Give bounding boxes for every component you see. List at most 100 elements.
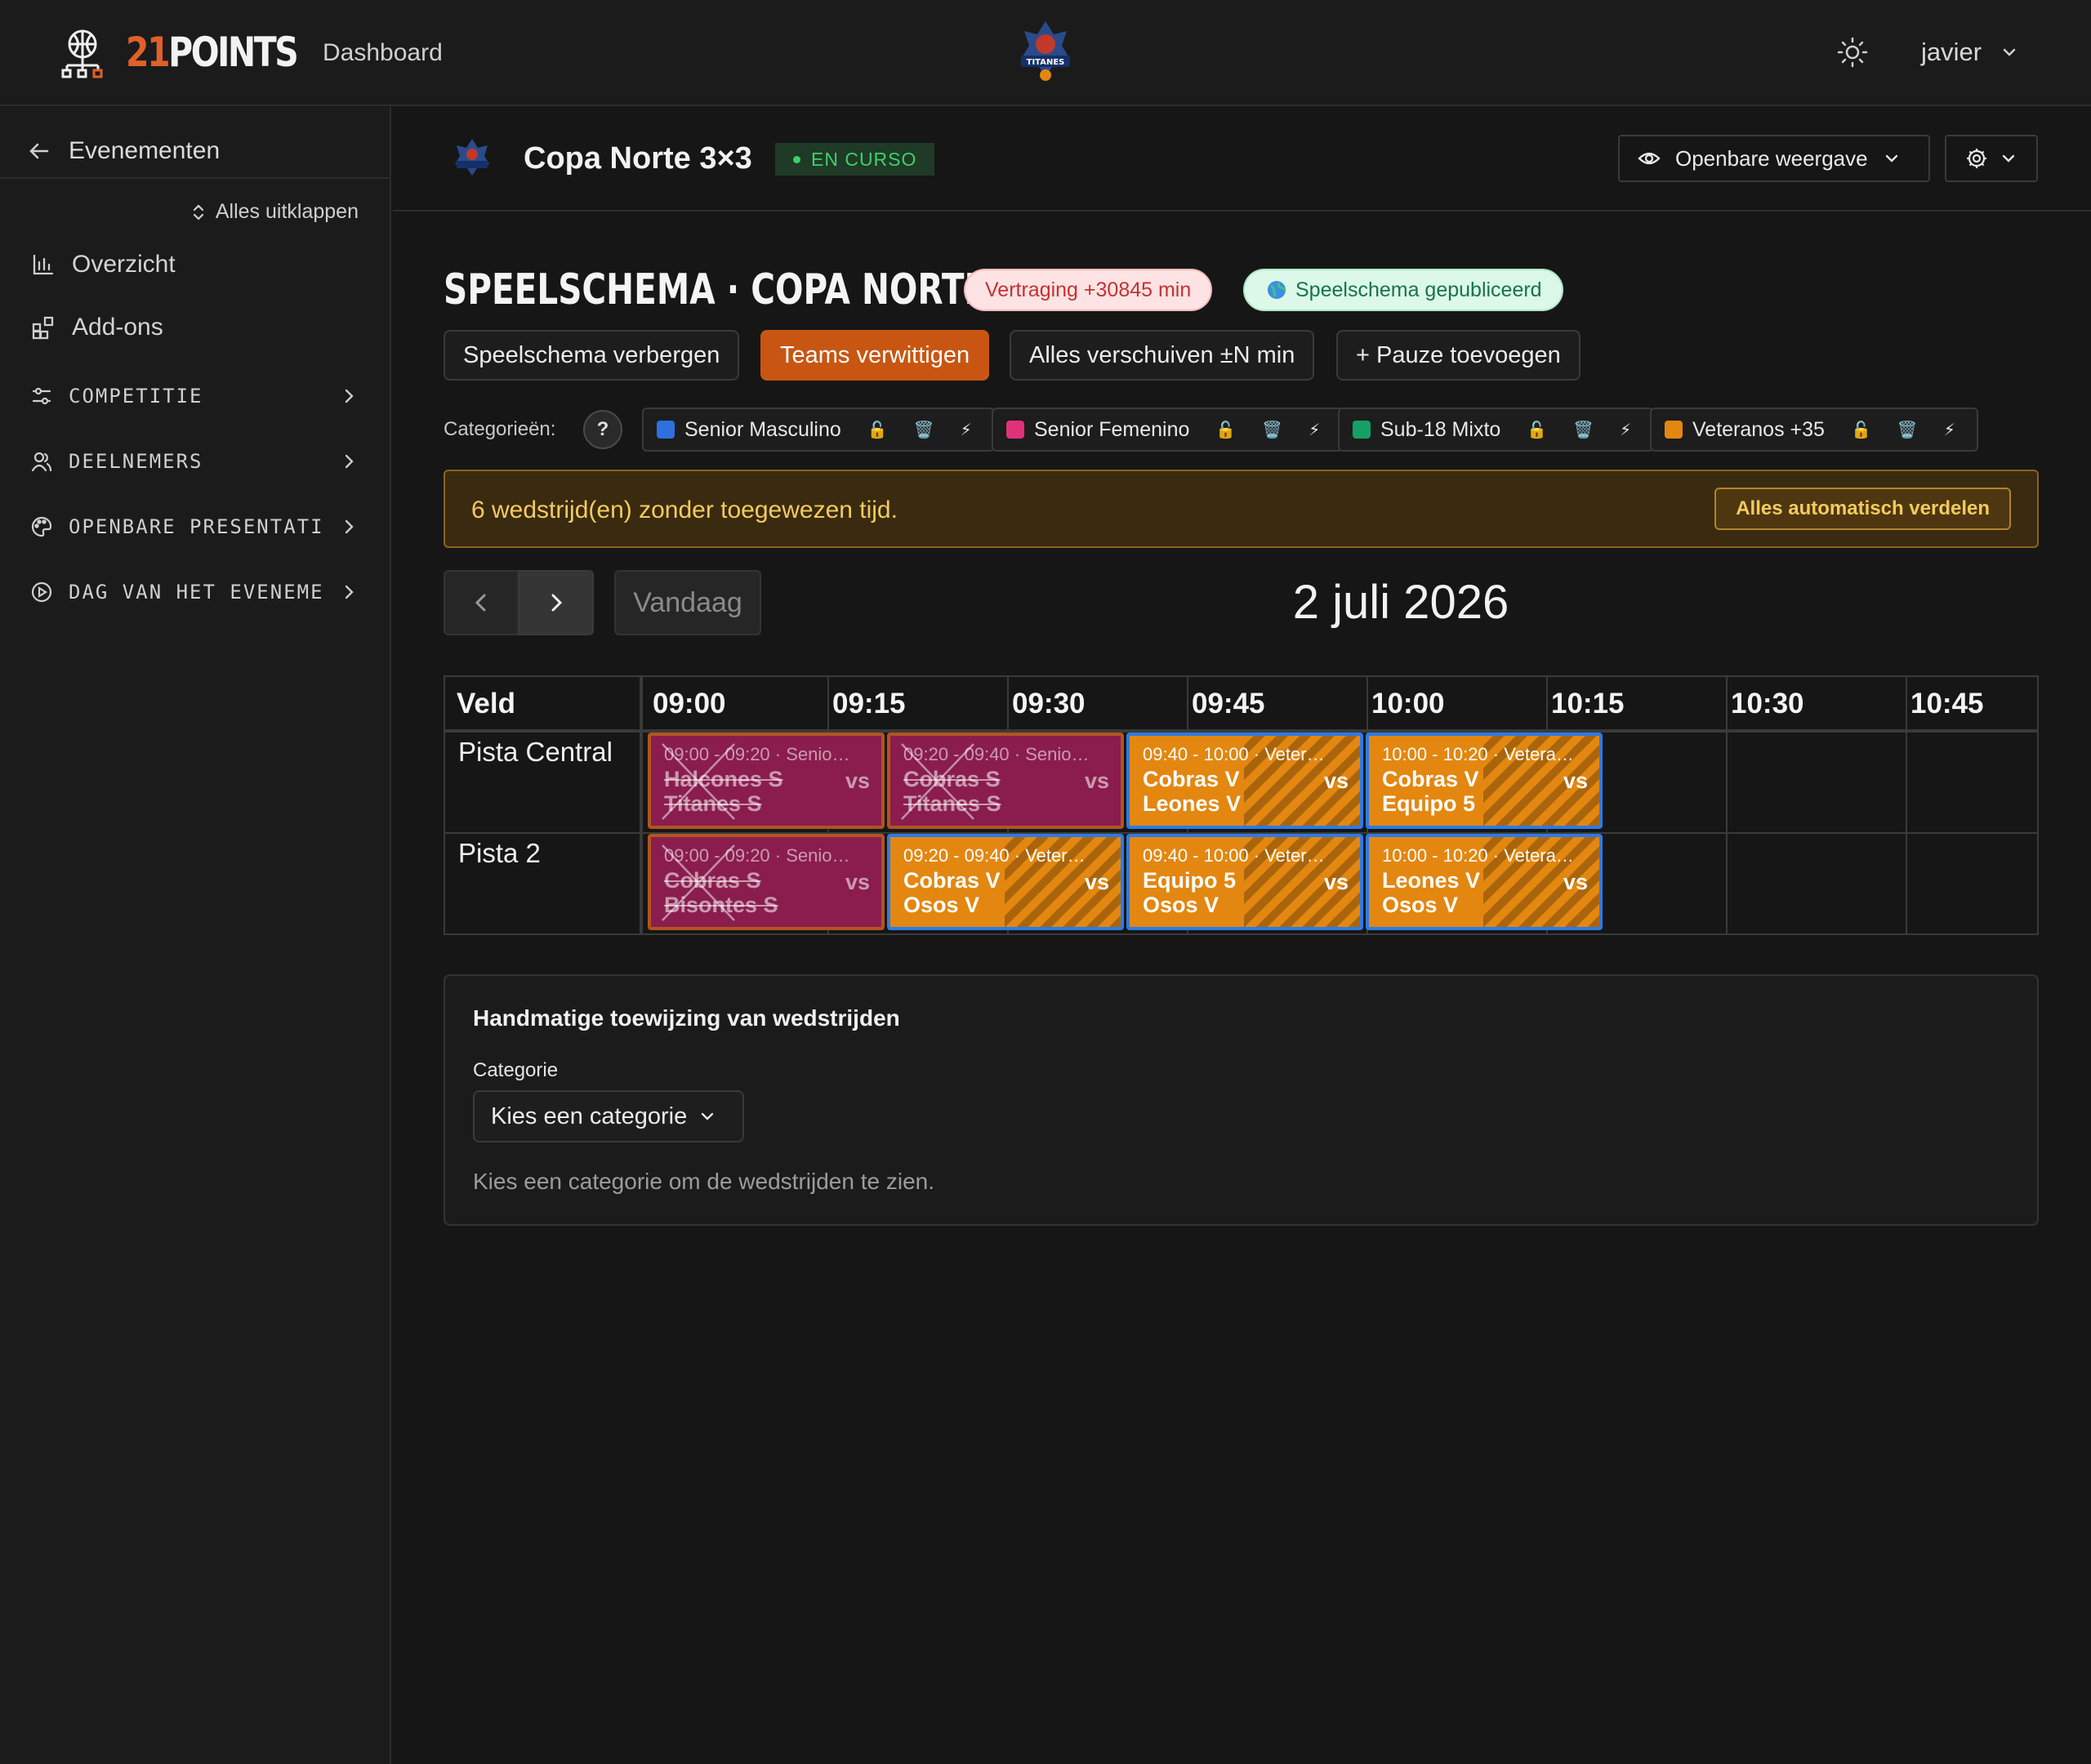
back-to-events-link[interactable]: Evenementen — [28, 127, 220, 176]
lock-icon[interactable]: 🔓 — [1851, 420, 1871, 440]
category-name: Veteranos +35 — [1692, 417, 1825, 441]
bolt-icon[interactable]: ⚡ — [1309, 420, 1320, 440]
eye-icon — [1638, 152, 1661, 165]
time-header: 10:30 — [1719, 677, 1899, 731]
category-select[interactable]: Kies een categorie — [473, 1090, 744, 1143]
match-block[interactable]: 09:40 - 10:00 · Veter… Cobras V Leones V… — [1126, 733, 1363, 829]
top-bar: 21POINTS Dashboard TITANES javier — [0, 0, 2091, 106]
match-block[interactable]: 09:00 - 09:20 · Senio… Cobras S Bisontes… — [648, 834, 885, 930]
sidebar-item-addons[interactable]: Add-ons — [31, 314, 163, 341]
match-home-team: Cobras V — [1143, 767, 1240, 791]
sidebar-group-competitie[interactable]: COMPETITIE — [31, 385, 358, 408]
match-home-team: Cobras V — [1382, 767, 1479, 791]
category-color-swatch — [657, 421, 675, 439]
status-badge: EN CURSO — [775, 143, 935, 176]
match-block[interactable]: 09:20 - 09:40 · Senio… Cobras S Titanes … — [887, 733, 1124, 829]
match-time: 10:00 - 10:20 · Vetera… — [1382, 744, 1574, 764]
category-color-swatch — [1006, 421, 1024, 439]
warning-text: 6 wedstrijd(en) zonder toegewezen tijd. — [471, 497, 898, 523]
public-view-dropdown[interactable]: Openbare weergave — [1618, 135, 1930, 182]
chevron-right-icon — [551, 594, 563, 612]
field-column-header: Veld — [445, 677, 641, 731]
match-block[interactable]: 10:00 - 10:20 · Vetera… Cobras V Equipo … — [1366, 733, 1603, 829]
theme-toggle-icon[interactable] — [1836, 36, 1869, 69]
app-logo[interactable]: 21POINTS — [126, 24, 299, 80]
play-circle-icon — [31, 581, 52, 603]
grid-divider — [640, 677, 643, 935]
match-block[interactable]: 09:40 - 10:00 · Veter… Equipo 5 Osos V v… — [1126, 834, 1363, 930]
chevron-down-icon — [2002, 154, 2015, 163]
grid-divider — [1906, 677, 1907, 935]
hide-schedule-button[interactable]: Speelschema verbergen — [444, 330, 740, 381]
trash-icon[interactable]: 🗑️ — [1262, 420, 1282, 440]
current-date: 2 juli 2026 — [1292, 576, 1509, 629]
user-menu[interactable]: javier — [1921, 36, 1982, 69]
categories-label: Categorieën: — [444, 418, 556, 440]
match-block[interactable]: 09:20 - 09:40 · Veter… Cobras V Osos V v… — [887, 834, 1124, 930]
event-logo-icon — [455, 139, 489, 176]
basketball-hoop-icon[interactable] — [57, 28, 108, 78]
prev-day-button[interactable] — [444, 570, 519, 635]
logo-number: 21 — [126, 29, 171, 76]
expand-all-button[interactable]: Alles uitklappen — [191, 200, 359, 224]
chevron-down-icon — [1885, 154, 1897, 163]
trash-icon[interactable]: 🗑️ — [914, 420, 934, 440]
field-row-label: Pista Central — [458, 737, 613, 767]
event-header: Copa Norte 3×3 EN CURSO Openbare weergav… — [393, 107, 2091, 212]
sidebar-group-dag-van-het-evenement[interactable]: DAG VAN HET EVENEME… — [31, 581, 358, 604]
add-break-button[interactable]: + Pauze toevoegen — [1336, 330, 1581, 381]
category-chip[interactable]: Sub-18 Mixto 🔓 🗑️ ⚡ — [1338, 408, 1655, 452]
chevron-right-icon — [345, 585, 354, 599]
puzzle-icon — [32, 316, 54, 340]
next-day-button[interactable] — [519, 570, 594, 635]
chevron-down-icon — [702, 1112, 714, 1120]
sidebar-group-label: COMPETITIE — [69, 385, 203, 408]
trash-icon[interactable]: 🗑️ — [1573, 420, 1594, 440]
notify-teams-button[interactable]: Teams verwittigen — [760, 330, 990, 381]
time-header: 09:15 — [821, 677, 1001, 731]
sidebar-group-label: DEELNEMERS — [69, 450, 203, 473]
users-icon — [31, 452, 52, 472]
sidebar-group-deelnemers[interactable]: DEELNEMERS — [31, 450, 358, 473]
lock-icon[interactable]: 🔓 — [1527, 420, 1547, 440]
today-button[interactable]: Vandaag — [614, 570, 761, 635]
delay-badge: Vertraging +30845 min — [964, 269, 1213, 311]
category-chip[interactable]: Senior Femenino 🔓 🗑️ ⚡ — [992, 408, 1344, 452]
match-away-team: Leones V — [1143, 791, 1242, 816]
sidebar-item-label: Add-ons — [72, 314, 163, 341]
category-chip[interactable]: Veteranos +35 🔓 🗑️ ⚡ — [1650, 408, 1978, 452]
shift-all-button[interactable]: Alles verschuiven ±N min — [1010, 330, 1315, 381]
chevron-down-icon[interactable] — [1998, 41, 2021, 64]
match-block[interactable]: 09:00 - 09:20 · Senio… Halcones S Titane… — [648, 733, 885, 829]
sidebar-group-label: OPENBARE PRESENTATIE — [69, 515, 323, 538]
auto-distribute-button[interactable]: Alles automatisch verdelen — [1714, 488, 2011, 530]
arrow-left-icon — [29, 143, 49, 159]
help-button[interactable]: ? — [583, 410, 622, 449]
match-time: 09:40 - 10:00 · Veter… — [1143, 744, 1325, 764]
bolt-icon[interactable]: ⚡ — [1620, 420, 1631, 440]
gear-icon — [1967, 149, 1986, 168]
sidebar-group-openbare-presentatie[interactable]: OPENBARE PRESENTATIE — [31, 515, 358, 538]
settings-dropdown[interactable] — [1945, 135, 2038, 182]
match-block[interactable]: 10:00 - 10:20 · Vetera… Leones V Osos V … — [1366, 834, 1603, 930]
bolt-icon[interactable]: ⚡ — [961, 420, 972, 440]
sidebar-item-label: Overzicht — [72, 251, 176, 278]
match-time: 10:00 - 10:20 · Vetera… — [1382, 845, 1574, 866]
chevron-right-icon — [345, 519, 354, 534]
category-name: Senior Femenino — [1034, 417, 1190, 441]
category-color-swatch — [1353, 421, 1371, 439]
nav-dashboard-link[interactable]: Dashboard — [323, 37, 443, 69]
lock-icon[interactable]: 🔓 — [1215, 420, 1236, 440]
bolt-icon[interactable]: ⚡ — [1944, 420, 1955, 440]
trash-icon[interactable]: 🗑️ — [1897, 420, 1918, 440]
team-logo-text: TITANES — [1027, 58, 1065, 67]
match-time: 09:40 - 10:00 · Veter… — [1143, 845, 1325, 866]
time-header: 09:00 — [641, 677, 821, 731]
sidebar-item-overzicht[interactable]: Overzicht — [31, 251, 176, 278]
category-chip[interactable]: Senior Masculino 🔓 🗑️ ⚡ — [642, 408, 995, 452]
public-view-label: Openbare weergave — [1675, 145, 1868, 171]
match-vs: vs — [1084, 768, 1109, 793]
lock-icon[interactable]: 🔓 — [867, 420, 888, 440]
category-field-label: Categorie — [473, 1059, 559, 1081]
match-away-team: Osos V — [1382, 893, 1459, 917]
